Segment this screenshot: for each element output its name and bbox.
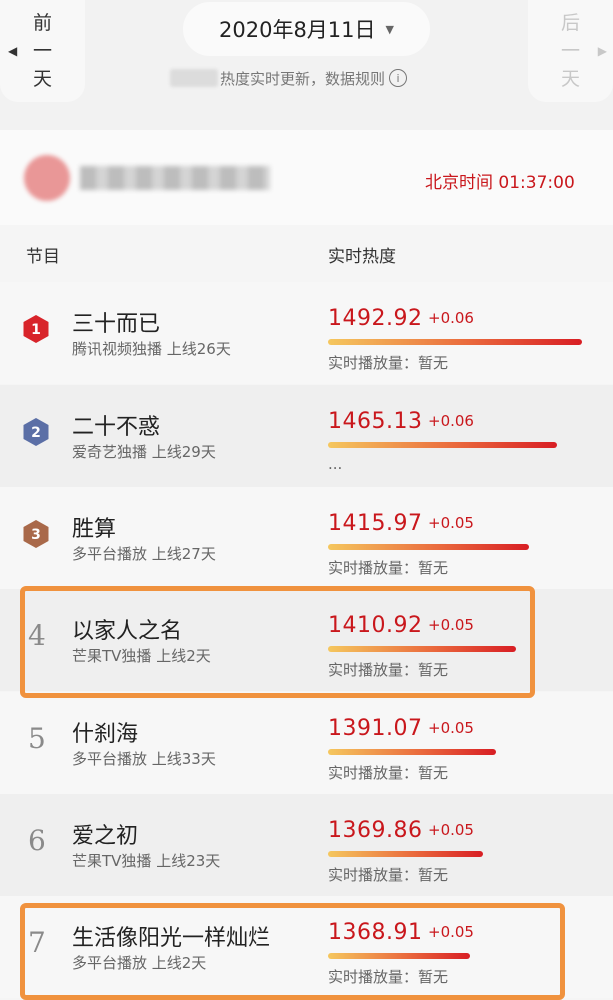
chevron-down-icon: ▼ bbox=[385, 22, 394, 36]
heat-bar bbox=[328, 544, 529, 550]
heat-delta: +0.05 bbox=[428, 923, 474, 941]
program-title: 二十不惑 bbox=[72, 415, 161, 440]
program-title: 什刹海 bbox=[72, 722, 139, 747]
avatar bbox=[24, 155, 70, 201]
heat-bar bbox=[328, 442, 557, 448]
rank-badge-icon: 2 bbox=[23, 418, 49, 446]
heat-delta: +0.05 bbox=[428, 719, 474, 737]
ranking-row[interactable]: 2 二十不惑 爱奇艺独播 上线29天 1465.13 +0.06 ... bbox=[0, 385, 613, 487]
rank-badge-number: 3 bbox=[31, 527, 41, 543]
rank-number: 5 bbox=[28, 722, 46, 755]
play-count: ... bbox=[328, 455, 343, 473]
next-day-label: 后一天 bbox=[560, 12, 580, 90]
data-rule-line[interactable]: 热度实时更新，数据规则 i bbox=[170, 67, 408, 89]
heat-delta: +0.05 bbox=[428, 514, 474, 532]
rank-badge-number: 2 bbox=[31, 425, 41, 441]
play-count: 实时播放量：暂无 bbox=[328, 764, 449, 782]
heat-bar bbox=[328, 646, 516, 652]
ranking-row[interactable]: 7 生活像阳光一样灿烂 多平台播放 上线2天 1368.91 +0.05 实时播放… bbox=[0, 896, 613, 998]
right-triangle-icon: ▶ bbox=[597, 44, 607, 58]
heat-delta: +0.05 bbox=[428, 616, 474, 634]
date-selector[interactable]: 2020年8月11日 ▼ bbox=[183, 2, 430, 56]
account-header: 北京时间 01:37:00 bbox=[0, 130, 613, 225]
heat-score: 1391.07 bbox=[328, 716, 423, 741]
ranking-row[interactable]: 3 胜算 多平台播放 上线27天 1415.97 +0.05 实时播放量：暂无 bbox=[0, 487, 613, 589]
program-title: 三十而已 bbox=[72, 312, 161, 337]
play-count: 实时播放量：暂无 bbox=[328, 354, 449, 372]
program-meta: 爱奇艺独播 上线29天 bbox=[72, 443, 216, 461]
ranking-row[interactable]: 5 什刹海 多平台播放 上线33天 1391.07 +0.05 实时播放量：暂无 bbox=[0, 692, 613, 794]
ranking-row[interactable]: 4 以家人之名 芒果TV独播 上线2天 1410.92 +0.05 实时播放量：暂… bbox=[0, 589, 613, 691]
top-bar: ◀ 前一天 2020年8月11日 ▼ 热度实时更新，数据规则 i 后一天 ▶ bbox=[0, 0, 613, 118]
data-rule-text: 热度实时更新，数据规则 bbox=[220, 69, 386, 88]
rank-number: 6 bbox=[28, 824, 46, 857]
ranking-row[interactable]: 1 三十而已 腾讯视频独播 上线26天 1492.92 +0.06 实时播放量：… bbox=[0, 282, 613, 384]
info-icon[interactable]: i bbox=[389, 69, 408, 87]
blurred-brand bbox=[170, 69, 218, 87]
column-header-program: 节目 bbox=[26, 247, 60, 267]
beijing-time: 北京时间 01:37:00 bbox=[425, 173, 575, 193]
play-count: 实时播放量：暂无 bbox=[328, 968, 449, 986]
play-count: 实时播放量：暂无 bbox=[328, 866, 449, 884]
program-title: 爱之初 bbox=[72, 824, 139, 849]
column-header-heat: 实时热度 bbox=[328, 247, 396, 267]
rank-badge-icon: 1 bbox=[23, 315, 49, 343]
heat-score: 1369.86 bbox=[328, 818, 423, 843]
heat-delta: +0.06 bbox=[428, 412, 474, 430]
play-count: 实时播放量：暂无 bbox=[328, 661, 449, 679]
heat-score: 1415.97 bbox=[328, 511, 423, 536]
rank-number: 4 bbox=[28, 619, 46, 652]
ranking-row[interactable]: 6 爱之初 芒果TV独播 上线23天 1369.86 +0.05 实时播放量：暂无 bbox=[0, 794, 613, 896]
heat-score: 1368.91 bbox=[328, 920, 423, 945]
play-count: 实时播放量：暂无 bbox=[328, 559, 449, 577]
next-day-button: 后一天 ▶ bbox=[528, 0, 613, 102]
heat-bar bbox=[328, 339, 582, 345]
rank-badge-number: 1 bbox=[31, 322, 41, 338]
rank-number: 7 bbox=[28, 926, 46, 959]
rank-badge-icon: 3 bbox=[23, 520, 49, 548]
heat-delta: +0.06 bbox=[428, 309, 474, 327]
program-meta: 多平台播放 上线2天 bbox=[72, 954, 207, 972]
prev-day-button[interactable]: ◀ 前一天 bbox=[0, 0, 85, 102]
program-title: 生活像阳光一样灿烂 bbox=[72, 926, 271, 951]
heat-score: 1465.13 bbox=[328, 409, 423, 434]
heat-score: 1410.92 bbox=[328, 613, 423, 638]
program-title: 胜算 bbox=[72, 517, 117, 542]
ranking-panel: 北京时间 01:37:00 节目 实时热度 1 三十而已 腾讯视频独播 上线26… bbox=[0, 130, 613, 1000]
heat-bar bbox=[328, 953, 470, 959]
program-meta: 多平台播放 上线27天 bbox=[72, 545, 216, 563]
program-meta: 芒果TV独播 上线23天 bbox=[72, 852, 221, 870]
prev-day-label: 前一天 bbox=[32, 12, 52, 90]
heat-score: 1492.92 bbox=[328, 306, 423, 331]
program-meta: 腾讯视频独播 上线26天 bbox=[72, 340, 231, 358]
heat-bar bbox=[328, 851, 483, 857]
left-triangle-icon: ◀ bbox=[8, 44, 18, 58]
heat-bar bbox=[328, 749, 496, 755]
program-meta: 多平台播放 上线33天 bbox=[72, 750, 216, 768]
program-meta: 芒果TV独播 上线2天 bbox=[72, 647, 211, 665]
current-date: 2020年8月11日 bbox=[219, 18, 376, 42]
heat-delta: +0.05 bbox=[428, 821, 474, 839]
program-title: 以家人之名 bbox=[72, 619, 183, 644]
blurred-account-name bbox=[80, 166, 270, 190]
